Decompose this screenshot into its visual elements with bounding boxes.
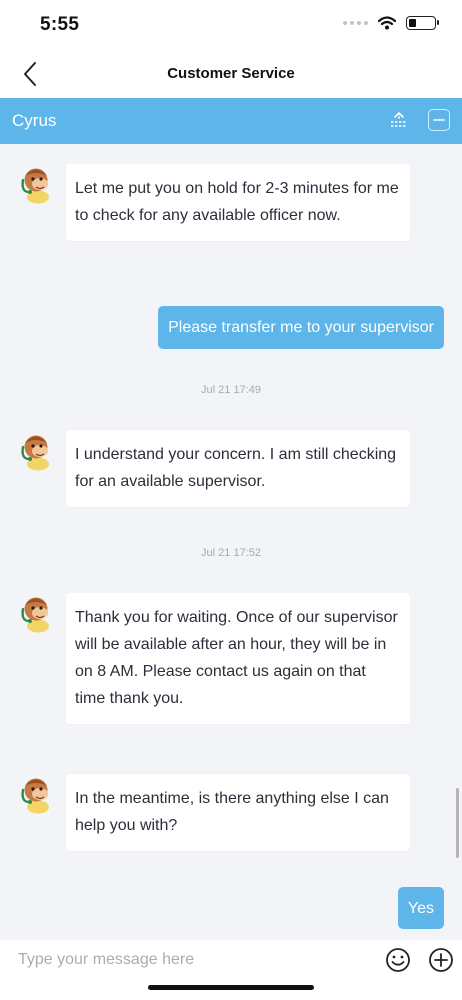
chat-thread[interactable]: Let me put you on hold for 2-3 minutes f… [0,144,462,940]
agent-message: Let me put you on hold for 2-3 minutes f… [66,164,410,241]
status-bar: 5:55 [0,0,462,50]
agent-name: Cyrus [12,111,57,130]
home-indicator[interactable] [148,985,314,990]
attach-button[interactable] [427,946,455,974]
agent-message: I understand your concern. I am still ch… [66,430,410,507]
agent-avatar [17,162,55,204]
chat-scrollbar[interactable] [456,788,459,858]
message-timestamp: Jul 21 17:49 [201,384,261,396]
user-message: Yes [397,887,444,929]
emoji-icon [386,948,410,972]
message-input[interactable] [8,944,368,976]
agent-avatar [17,429,55,471]
agent-avatar [17,772,55,814]
status-time: 5:55 [40,14,80,35]
agent-message: Thank you for waiting. Once of our super… [66,593,410,724]
page-title: Customer Service [167,65,295,82]
battery-level [409,19,417,27]
nav-bar: Customer Service [0,50,462,98]
transfer-button[interactable] [388,109,410,131]
agent-message: In the meantime, is there anything else … [66,774,410,851]
agent-header: Cyrus [0,98,462,144]
message-timestamp: Jul 21 17:52 [201,547,261,559]
battery-icon [406,16,439,30]
agent-avatar [17,591,55,633]
status-icons [343,16,439,30]
user-message: Please transfer me to your supervisor [158,306,444,349]
transfer-icon [391,112,407,127]
wifi-icon [378,16,396,30]
emoji-button[interactable] [384,946,412,974]
minimize-button[interactable] [428,109,450,131]
cellular-signal-icon [343,21,368,25]
minimize-icon [433,119,445,121]
message-composer [0,940,462,1000]
plus-icon [429,948,453,972]
